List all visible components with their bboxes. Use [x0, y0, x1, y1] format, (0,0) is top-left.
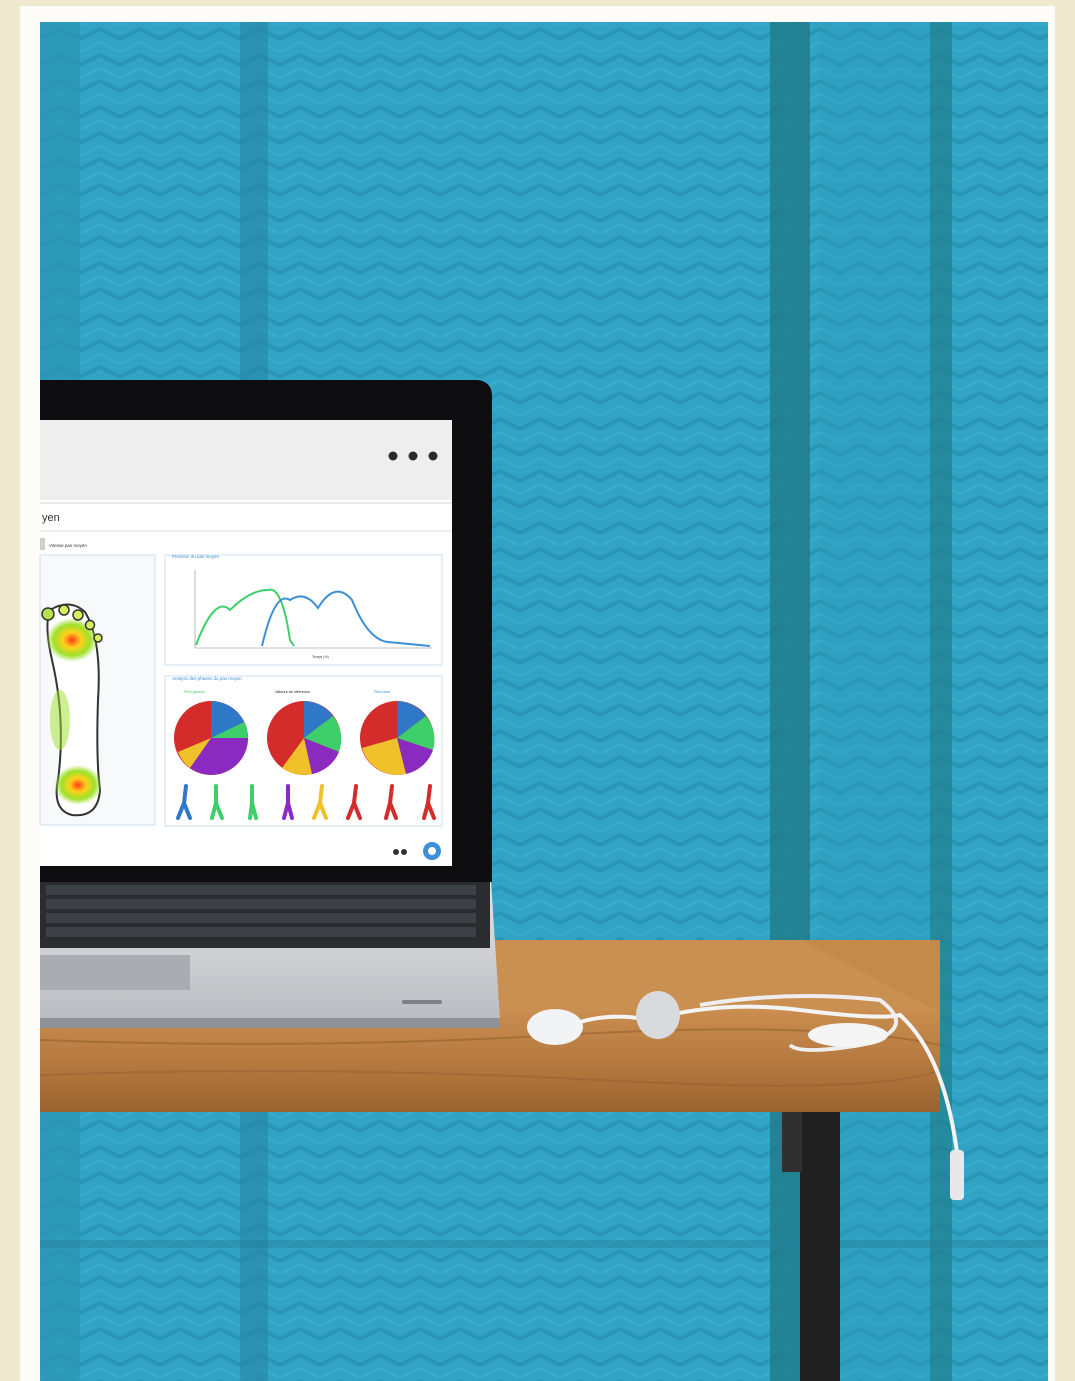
laptop-base	[40, 865, 500, 1028]
screen-title: yen	[42, 512, 60, 524]
photo-scene: yen Vitesse pas moyen Pression du pas mo…	[0, 0, 1075, 1381]
phases-panel: Analyse des phases du pas moyen Pied gau…	[164, 675, 443, 827]
phases-panel-title: Analyse des phases du pas moyen	[172, 676, 242, 681]
pie-label-mid: Valeurs de référence	[275, 690, 310, 694]
pressure-xlabel: Temps (%)	[312, 655, 329, 659]
window-dots-icon[interactable]	[388, 451, 438, 461]
app-window: yen Vitesse pas moyen Pression du pas mo…	[39, 420, 452, 860]
pressure-panel: Pression du pas moyen Temps (%)	[164, 554, 443, 666]
tab-label[interactable]: Vitesse pas moyen	[49, 543, 87, 548]
pressure-panel-title: Pression du pas moyen	[172, 554, 220, 559]
foot-panel	[39, 554, 156, 826]
chat-bubble-icon[interactable]	[423, 842, 441, 860]
pie-right	[360, 701, 435, 775]
pie-mid	[267, 701, 342, 775]
pie-left	[174, 701, 248, 775]
pie-label-right: Pied droit	[374, 690, 391, 694]
pie-label-left: Pied gauche	[184, 690, 205, 694]
